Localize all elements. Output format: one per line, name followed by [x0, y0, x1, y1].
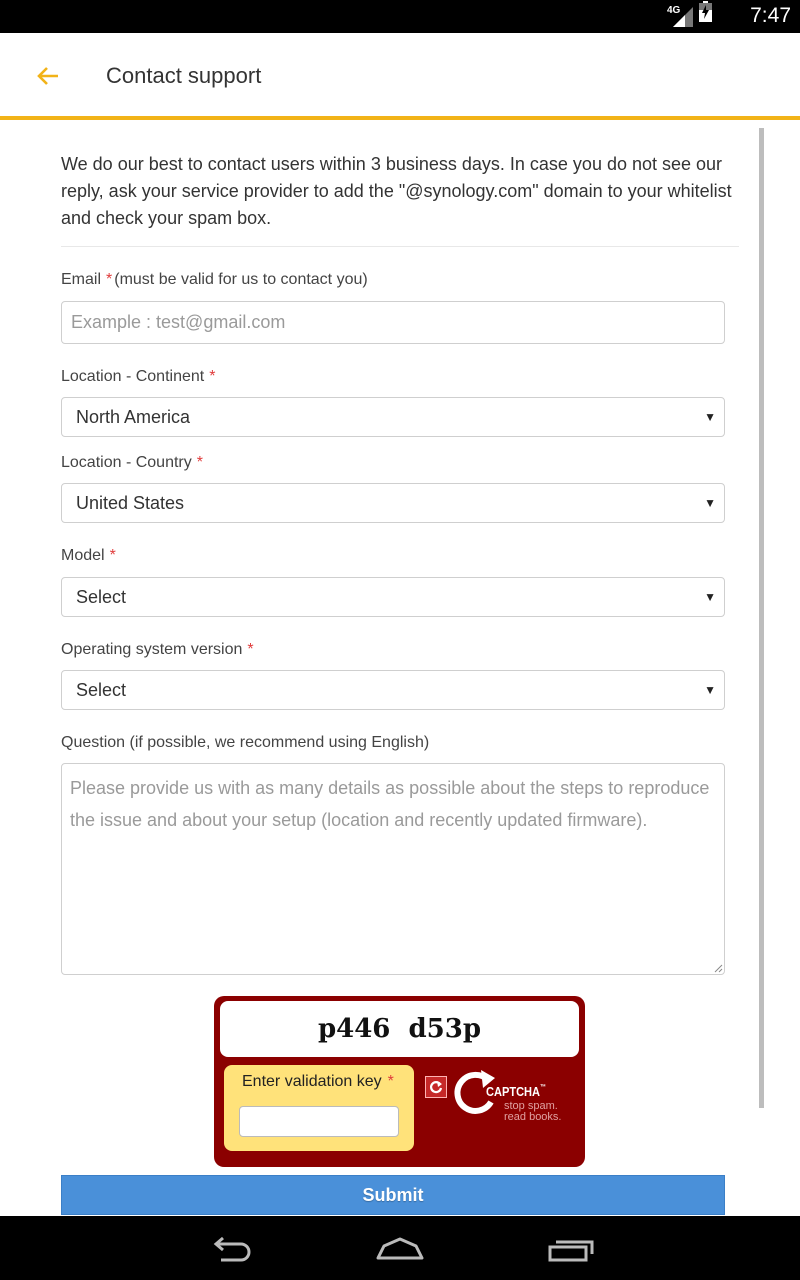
captcha-challenge-text: p446 d53p [317, 1014, 482, 1044]
back-button[interactable] [30, 58, 66, 94]
country-label: Location - Country * [61, 454, 203, 472]
recaptcha-brand-text: CAPTCHA [486, 1084, 541, 1099]
continent-value: North America [76, 407, 191, 427]
page-title: Contact support [106, 63, 262, 88]
clock: 7:47 [750, 4, 791, 27]
nav-home-button[interactable] [370, 1232, 430, 1266]
nav-back-button[interactable] [200, 1232, 260, 1266]
continent-select[interactable]: North America ▼ [61, 397, 725, 437]
country-select[interactable]: United States ▼ [61, 483, 725, 523]
dropdown-arrow-icon: ▼ [704, 410, 716, 424]
os-version-select[interactable]: Select ▼ [61, 670, 725, 710]
required-marker: * [109, 547, 116, 564]
captcha-challenge-image: p446 d53p [220, 1001, 579, 1057]
submit-button[interactable]: Submit [61, 1175, 725, 1215]
recaptcha-brand: CAPTCHA™ [486, 1084, 546, 1099]
back-icon [213, 1236, 251, 1262]
email-label: Email * (must be valid for us to contact y… [61, 271, 368, 289]
captcha-entry-label-text: Enter validation key [242, 1073, 382, 1090]
resize-handle-icon[interactable] [714, 964, 723, 973]
nav-recents-button[interactable] [540, 1232, 600, 1266]
os-version-value: Select [76, 680, 127, 700]
scrollbar[interactable] [759, 128, 764, 1108]
required-marker: * [387, 1073, 394, 1090]
email-label-text: Email [61, 271, 102, 288]
refresh-icon [429, 1081, 443, 1094]
captcha-input[interactable] [239, 1106, 399, 1137]
required-marker: * [196, 454, 203, 471]
email-note: (must be valid for us to contact you) [114, 271, 368, 288]
status-bar: 4G 7:47 [0, 0, 800, 33]
model-select[interactable]: Select ▼ [61, 577, 725, 617]
country-label-text: Location - Country [61, 454, 192, 471]
captcha-widget: p446 d53p Enter validation key * CAPTCHA™… [214, 996, 585, 1167]
captcha-entry-box: Enter validation key * [224, 1065, 414, 1151]
arrow-left-icon [37, 67, 58, 85]
question-label-text: Question (if possible, we recommend usin… [61, 734, 430, 751]
question-label: Question (if possible, we recommend usin… [61, 734, 429, 752]
recaptcha-trademark: ™ [540, 1084, 546, 1091]
navigation-bar [0, 1216, 800, 1280]
intro-text: We do our best to contact users within 3… [61, 154, 732, 228]
status-icons: 4G [667, 1, 712, 27]
app-bar: Contact support [0, 33, 800, 120]
continent-label-text: Location - Continent [61, 368, 205, 385]
recaptcha-tagline-2: read books. [504, 1111, 562, 1123]
os-version-label-text: Operating system version [61, 641, 243, 658]
home-icon [376, 1237, 424, 1260]
question-textarea[interactable] [61, 763, 725, 975]
model-label-text: Model [61, 547, 105, 564]
contact-form-page: We do our best to contact users within 3… [0, 124, 800, 1216]
os-version-label: Operating system version * [61, 641, 254, 659]
divider [61, 246, 739, 247]
dropdown-arrow-icon: ▼ [704, 683, 716, 697]
continent-label: Location - Continent * [61, 368, 215, 386]
dropdown-arrow-icon: ▼ [704, 496, 716, 510]
network-type-label: 4G [667, 5, 681, 16]
network-signal-icon: 4G [667, 5, 693, 27]
dropdown-arrow-icon: ▼ [704, 590, 716, 604]
required-marker: * [209, 368, 216, 385]
required-marker: * [247, 641, 254, 658]
country-value: United States [76, 493, 185, 513]
required-marker: * [106, 271, 113, 288]
email-field[interactable] [61, 301, 725, 344]
recents-icon [548, 1240, 594, 1262]
model-label: Model * [61, 547, 116, 565]
captcha-refresh-button[interactable] [425, 1076, 447, 1098]
captcha-entry-label: Enter validation key * [242, 1073, 394, 1091]
recaptcha-logo: CAPTCHA™ stop spam. read books. [451, 1068, 577, 1130]
model-value: Select [76, 587, 127, 607]
battery-icon [699, 1, 712, 27]
